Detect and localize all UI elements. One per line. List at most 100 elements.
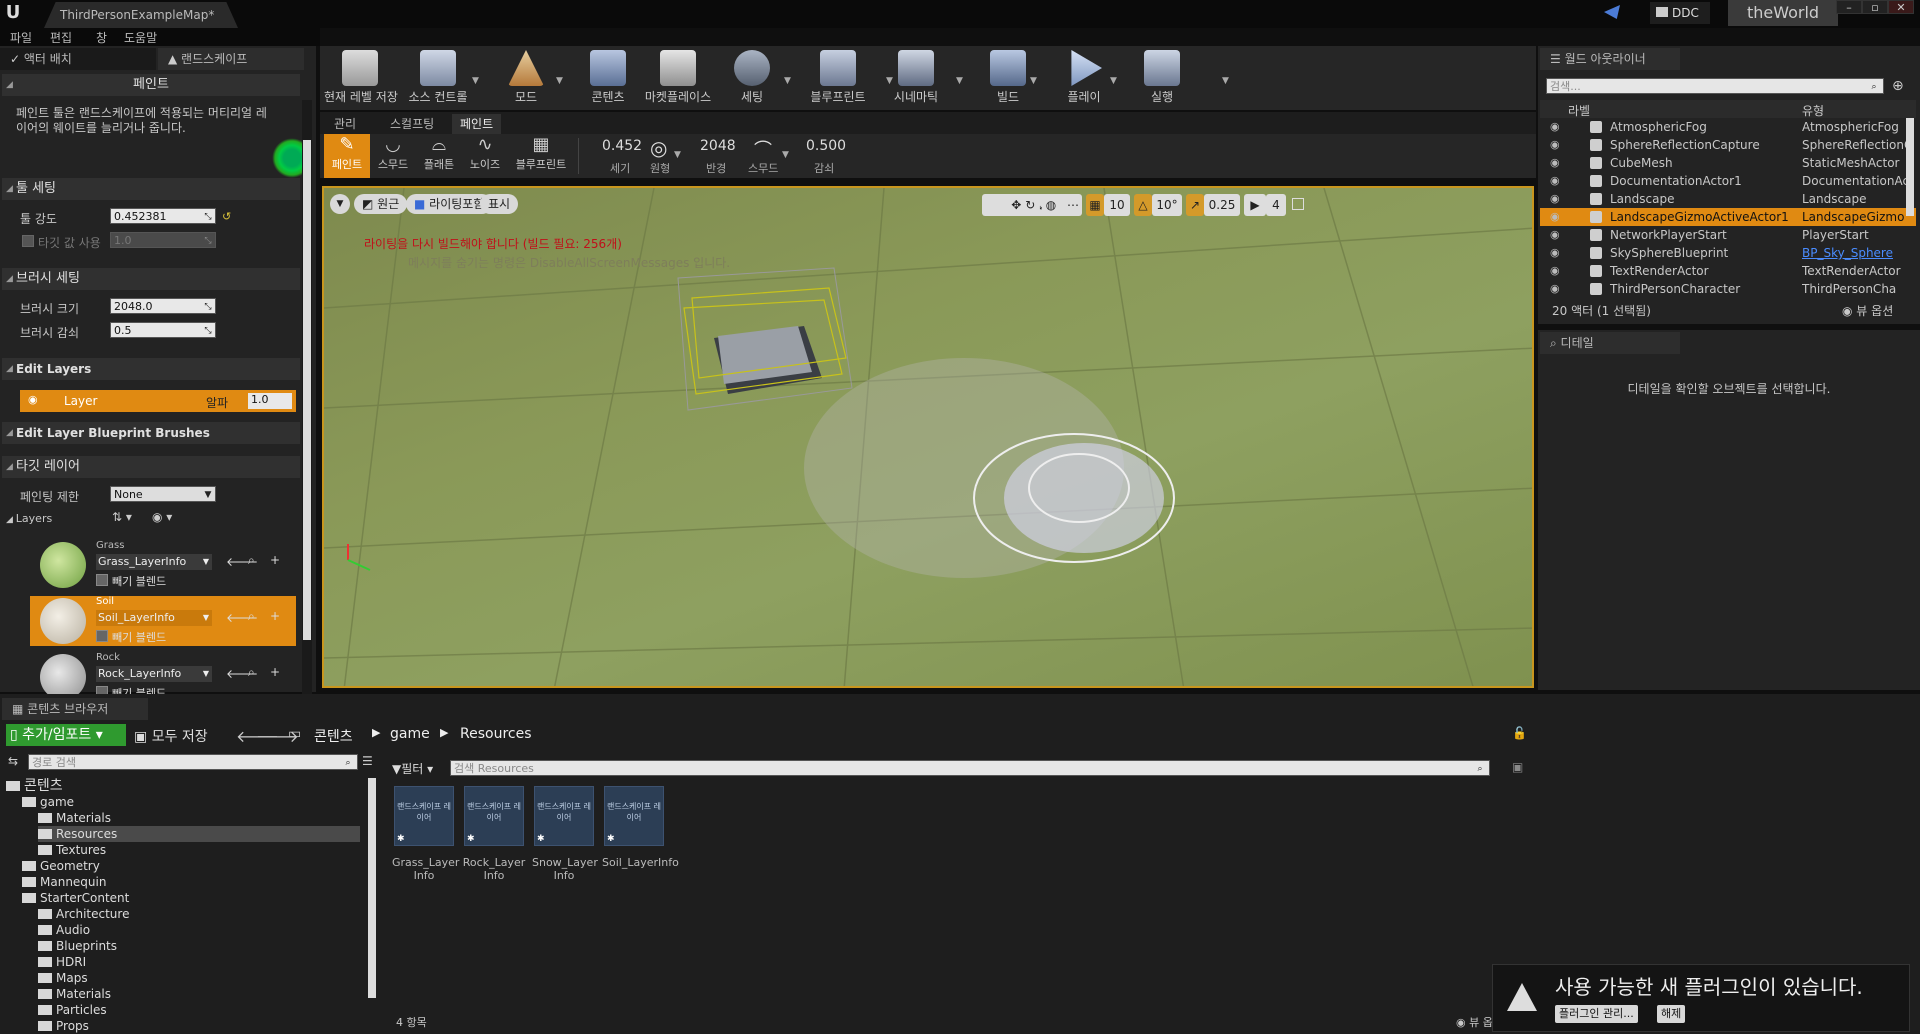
menu-window[interactable]: 창 (96, 29, 107, 46)
show-button[interactable]: 표시 (480, 194, 519, 214)
tree-folder-item[interactable]: Materials (38, 810, 360, 826)
tree-folder-item[interactable]: Resources (38, 826, 360, 842)
tree-folder-item[interactable]: 콘텐츠 (6, 778, 360, 794)
tree-folder-item[interactable]: Props (38, 1018, 360, 1034)
camera-speed-icon[interactable]: ▶ (1244, 194, 1266, 216)
content-button[interactable]: 콘텐츠 (572, 50, 644, 108)
manage-plugins-button[interactable]: 플러그인 관리... (1555, 1005, 1638, 1023)
tab-place-actors[interactable]: ✓ 액터 배치 (0, 48, 156, 70)
expand-arrow-icon[interactable]: ⤡ (201, 299, 215, 313)
rotation-snap-value[interactable]: 10° (1152, 194, 1182, 216)
rotation-snap-icon[interactable]: △ (1134, 194, 1152, 216)
maximize-viewport-icon[interactable] (1292, 198, 1304, 210)
layer-alpha-input[interactable]: 1.0 (248, 393, 292, 409)
world-local-icon[interactable]: ◍ (1042, 194, 1060, 216)
eye-icon[interactable]: ◉ (1550, 136, 1560, 154)
minimize-button[interactable]: – (1836, 0, 1862, 14)
asset-tile[interactable]: 랜드스케이프 레이어 ✱ Rock_Layer Info (462, 786, 526, 886)
tree-scrollbar[interactable] (368, 778, 376, 998)
circle-brush-icon[interactable]: ◎ (650, 136, 667, 160)
tree-folder-item[interactable]: game (22, 794, 360, 810)
brush-settings-header[interactable]: ◢ 브러시 세팅 (2, 268, 300, 290)
layer-info-select[interactable]: Grass_LayerInfo ▼ (96, 554, 212, 570)
lock-icon[interactable]: 🔓 (1512, 726, 1527, 740)
add-icon[interactable]: + (270, 609, 280, 623)
chevron-down-icon[interactable]: ▼ (956, 76, 963, 86)
target-value-input[interactable]: 1.0 ⤡ (110, 232, 216, 248)
chevron-down-icon[interactable]: ▼ (784, 76, 791, 86)
label-column-header[interactable]: 라벨 (1568, 102, 1590, 119)
brush-size-input[interactable]: 2048.0 ⤡ (110, 298, 216, 314)
asset-tile[interactable]: 랜드스케이프 레이어 ✱ Soil_LayerInfo (602, 786, 679, 886)
add-import-button[interactable]: ▯ 추가/임포트 ▾ (6, 724, 126, 746)
grid-snap-icon[interactable]: ▦ (1086, 194, 1104, 216)
subtract-blend-checkbox[interactable] (96, 574, 108, 586)
outliner-search-input[interactable]: 검색... ⌕ (1546, 78, 1884, 94)
asset-tile[interactable]: 랜드스케이프 레이어 ✱ Grass_Layer Info (392, 786, 459, 886)
tree-folder-item[interactable]: Audio (38, 922, 360, 938)
ddc-button[interactable]: DDC (1650, 2, 1710, 24)
eye-icon[interactable]: ◉ (28, 393, 38, 406)
outliner-row[interactable]: ◉ SphereReflectionCapture SphereReflection… (1540, 136, 1916, 154)
outliner-row[interactable]: ◉ DocumentationActor1 DocumentationAc (1540, 172, 1916, 190)
add-actor-icon[interactable]: ⊕ (1892, 78, 1904, 94)
layer-row[interactable]: ◉ Layer 알파 1.0 (20, 390, 296, 412)
brush-falloff-input[interactable]: 0.5 ⤡ (110, 322, 216, 338)
eye-icon[interactable]: ◉ (1550, 280, 1560, 298)
grid-snap-value[interactable]: 10 (1104, 194, 1130, 216)
tool-settings-header[interactable]: ◢ 툴 세팅 (2, 178, 300, 200)
source-control-button[interactable]: 소스 컨트롤 (402, 50, 474, 108)
expand-arrow-icon[interactable]: ⤡ (201, 233, 215, 247)
modes-button[interactable]: 모드 (490, 50, 562, 108)
scrollbar-track[interactable] (302, 100, 312, 694)
tree-folder-item[interactable]: Architecture (38, 906, 360, 922)
save-all-button[interactable]: ▣ 모두 저장 (134, 726, 208, 746)
tab-world-outliner[interactable]: ☰ 월드 아웃라이너 (1540, 48, 1680, 70)
breadcrumb-game[interactable]: game (390, 726, 430, 742)
tab-paint[interactable]: 페인트 (452, 114, 502, 134)
layer-view-icon[interactable]: ◉ ▾ (152, 510, 172, 524)
asset-tile[interactable]: 랜드스케이프 레이어 ✱ Snow_Layer Info (532, 786, 598, 886)
save-level-button[interactable]: 현재 레벨 저장 (324, 50, 398, 108)
tree-folder-item[interactable]: Maps (38, 970, 360, 986)
layer-item[interactable]: Soil Soil_LayerInfo ▼ 🡐 ⌕ + 빼기 블렌드 (30, 596, 296, 646)
outliner-row[interactable]: ◉ NetworkPlayerStart PlayerStart (1540, 226, 1916, 244)
eye-icon[interactable]: ◉ (1550, 226, 1560, 244)
layer-info-select[interactable]: Rock_LayerInfo ▼ (96, 666, 212, 682)
tool-strength-input[interactable]: 0.452381 ⤡ (110, 208, 216, 224)
eye-icon[interactable]: ◉ (1550, 154, 1560, 172)
rotate-icon[interactable]: ↻ (1025, 198, 1035, 212)
blueprint-tool-button[interactable]: ▦ 블루프린트 (510, 134, 572, 178)
tree-folder-item[interactable]: Particles (38, 1002, 360, 1018)
launch-button[interactable]: 실행 (1126, 50, 1198, 108)
tree-options-icon[interactable]: ☰ (362, 754, 373, 768)
tree-folder-item[interactable]: Textures (38, 842, 360, 858)
flatten-tool-button[interactable]: ⌓ 플래튼 (416, 134, 462, 178)
scale-snap-value[interactable]: 0.25 (1204, 194, 1240, 216)
chevron-down-icon[interactable]: ▼ (1222, 76, 1229, 86)
move-icon[interactable]: ✥ (1011, 198, 1021, 212)
eye-icon[interactable]: ◉ (1550, 208, 1560, 226)
viewport-options-button[interactable]: ▼ (330, 194, 350, 214)
outliner-view-options[interactable]: ◉ 뷰 옵션 (1842, 302, 1893, 319)
cinematics-button[interactable]: 시네마틱 (880, 50, 952, 108)
outliner-row[interactable]: ◉ TextRenderActor TextRenderActor (1540, 262, 1916, 280)
asset-search-input[interactable]: 검색 Resources ⌕ (450, 760, 1490, 776)
type-column-header[interactable]: 유형 (1802, 102, 1824, 119)
outliner-row[interactable]: ◉ Landscape Landscape (1540, 190, 1916, 208)
chevron-down-icon[interactable]: ▼ (782, 150, 789, 160)
menu-help[interactable]: 도움말 (124, 29, 157, 46)
tree-folder-item[interactable]: Blueprints (38, 938, 360, 954)
document-tab[interactable]: ThirdPersonExampleMap* (44, 2, 238, 28)
tab-manage[interactable]: 관리 (326, 114, 364, 134)
paint-tool-button[interactable]: ✎ 페인트 (324, 134, 370, 178)
radius-value[interactable]: 2048 (700, 138, 736, 154)
menu-edit[interactable]: 편집 (50, 29, 72, 46)
strength-value[interactable]: 0.452 (602, 138, 642, 154)
layer-info-select[interactable]: Soil_LayerInfo ▼ (96, 610, 212, 626)
falloff-smooth-icon[interactable]: ⌒ (754, 136, 772, 162)
outliner-row[interactable]: ◉ ThirdPersonCharacter ThirdPersonCha (1540, 280, 1916, 298)
target-value-checkbox[interactable] (22, 235, 34, 247)
perspective-button[interactable]: ◩ 원근 (354, 194, 408, 214)
marketplace-button[interactable]: 마켓플레이스 (642, 50, 714, 108)
